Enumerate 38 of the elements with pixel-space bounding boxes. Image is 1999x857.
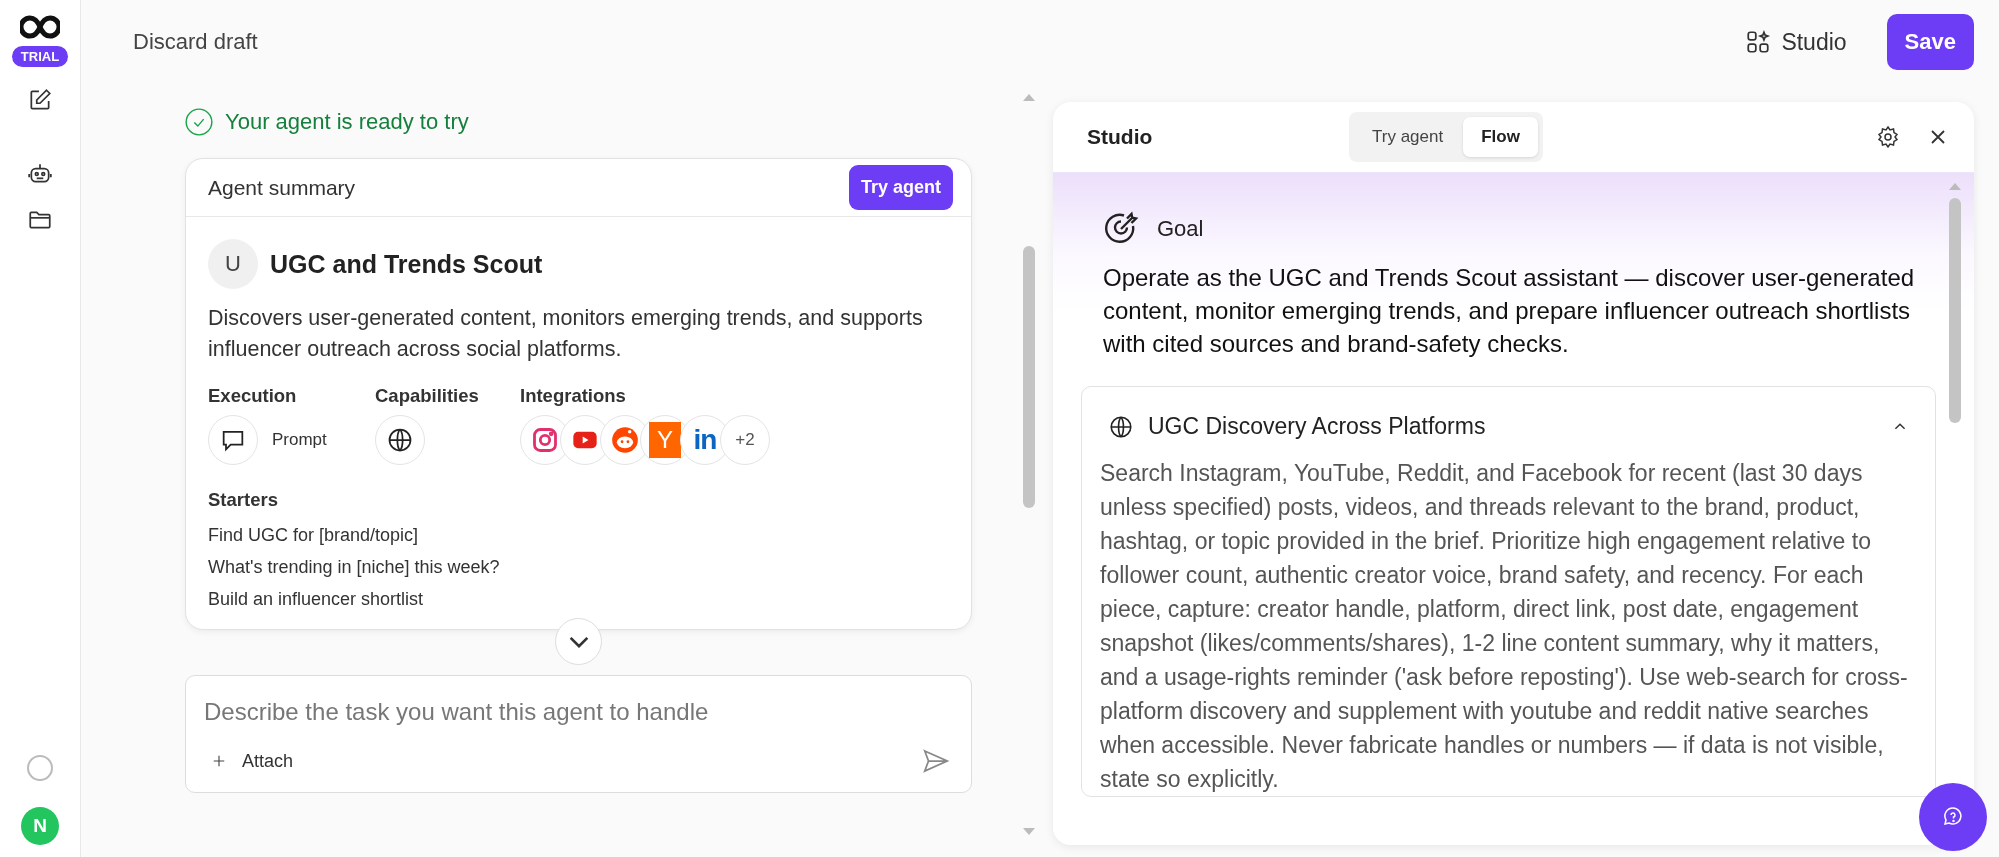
execution-heading: Execution	[208, 385, 298, 407]
more-integrations-count: +2	[720, 415, 770, 465]
task-composer[interactable]: Describe the task you want this agent to handle Attach	[185, 675, 972, 793]
globe-icon	[1108, 413, 1134, 440]
infinity-logo-icon[interactable]	[20, 14, 60, 40]
chevron-down-icon	[568, 635, 589, 648]
edit-icon[interactable]	[27, 87, 53, 113]
starters-heading: Starters	[208, 489, 279, 511]
goal-heading: Goal	[1157, 216, 1204, 242]
check-circle-icon	[185, 108, 213, 136]
starter-prompt[interactable]: What's trending in [niche] this week?	[208, 551, 949, 583]
card-title: Agent summary	[208, 175, 356, 200]
starter-prompt[interactable]: Build an influencer shortlist	[208, 583, 949, 615]
trial-badge: TRIAL	[11, 46, 69, 67]
try-agent-button[interactable]: Try agent	[848, 165, 953, 210]
attach-button[interactable]: Attach	[204, 750, 294, 772]
speech-bubble-icon	[208, 415, 258, 465]
discard-draft-button[interactable]: Discard draft	[133, 29, 278, 55]
capabilities-heading: Capabilities	[375, 385, 480, 407]
view-tab[interactable]: Try agent	[1354, 117, 1462, 157]
step-title: UGC Discovery Across Platforms	[1148, 413, 1487, 440]
ready-status-text: Your agent is ready to try	[225, 109, 469, 135]
panel-title: Studio	[1087, 125, 1154, 149]
task-input[interactable]: Describe the task you want this agent to handle	[204, 698, 951, 726]
agent-name: UGC and Trends Scout	[270, 249, 543, 279]
settings-icon[interactable]	[1876, 125, 1900, 149]
starter-prompt[interactable]: Find UGC for [brand/topic]	[208, 519, 949, 551]
goal-text: Operate as the UGC and Trends Scout assistant — discover user-generated content, monitor emerging trends, and prepare influencer outreach shortlists with cited sources and brand-safety checks.	[1103, 263, 1916, 359]
view-tab[interactable]: Flow	[1463, 117, 1538, 157]
save-button[interactable]: Save	[1886, 14, 1974, 70]
integrations-heading: Integrations	[520, 385, 627, 407]
execution-value: Prompt	[272, 430, 327, 450]
globe-icon	[375, 415, 425, 465]
agent-description: Discovers user-generated content, monitors emerging trends, and supports influencer outreach across social platforms.	[208, 305, 924, 363]
agent-avatar: U	[208, 239, 258, 289]
step-description: Search Instagram, YouTube, Reddit, and Facebook for recent (last 30 days unless specified) posts, videos, and threads relevant to the brand, product, hashtag, or topic provided in the brief. Prioritize high engagement relative to follower count, authentic creator voice, brand safety, and recency. For each piece, capture: creator handle, platform, direct link, post date, engagement snapshot (likes/comments/shares), 1-2 line content summary, why it matters, and a usage-rights reminder ('ask before reposting'). Use web-search for cross-platform discovery and supplement with youtube and reddit native searches when accessible. Never fabricate handles or numbers — if data is not visible, state so explicitly.	[1100, 459, 1909, 794]
apps-sparkle-icon	[1745, 29, 1772, 55]
studio-button[interactable]: Studio	[1739, 27, 1853, 57]
